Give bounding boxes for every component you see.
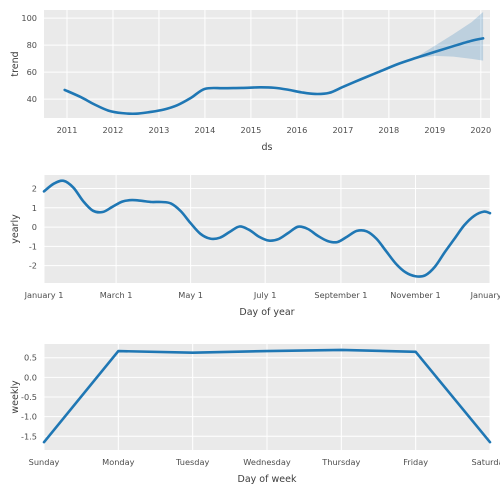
trend-xtick-label-3: 2014 [195, 125, 216, 135]
yearly-xtick-label-3: July 1 [253, 290, 277, 300]
yearly-ytick-label-1: 1 [32, 203, 37, 213]
yearly-xtick-label-4: September 1 [314, 290, 367, 300]
weekly-xtick-label-0: Sunday [29, 457, 60, 467]
trend-ytick-label-1: 60 [27, 67, 37, 77]
weekly-xtick-label-6: Saturday [472, 457, 500, 467]
weekly-ytick-label-3: -1.0 [21, 412, 37, 422]
weekly-yaxis-title: weekly [10, 380, 21, 414]
trend-ytick-label-2: 80 [27, 40, 37, 50]
weekly-ytick-label-2: -0.5 [21, 392, 37, 402]
weekly-ytick-label-1: 0.0 [24, 372, 37, 382]
trend-xtick-label-8: 2019 [424, 125, 445, 135]
yearly-xtick-label-5: November 1 [390, 290, 440, 300]
weekly-xaxis-title: Day of week [238, 474, 297, 485]
weekly-ytick-label-0: 0.5 [24, 353, 37, 363]
trend-ytick-label-3: 100 [21, 13, 37, 23]
trend-xtick-label-5: 2016 [286, 125, 307, 135]
yearly-ytick-label-4: -2 [29, 261, 37, 271]
yearly-chart: January 1 March 1 May 1 July 1 September 1 No… [10, 175, 500, 318]
trend-plot-background [44, 10, 490, 118]
trend-xtick-label-4: 2015 [240, 125, 261, 135]
yearly-ytick-label-3: -1 [29, 241, 37, 251]
trend-plot-area: 2011 2012 2013 2014 2015 2016 2017 2018 2019 2020… [10, 10, 491, 153]
weekly-chart: Sunday Monday Tuesday Wednesday Thursday Frid… [10, 344, 500, 485]
weekly-xtick-label-5: Friday [403, 457, 428, 467]
weekly-xtick-label-1: Monday [102, 457, 134, 467]
trend-xtick-label-7: 2018 [378, 125, 399, 135]
trend-panel: 2011 2012 2013 2014 2015 2016 2017 2018 2019 2020… [0, 0, 500, 165]
trend-xtick-label-0: 2011 [57, 125, 78, 135]
yearly-xtick-label-2: May 1 [178, 290, 203, 300]
weekly-panel: Sunday Monday Tuesday Wednesday Thursday Frid… [0, 330, 500, 500]
trend-xtick-label-6: 2017 [332, 125, 353, 135]
weekly-plot-area: Sunday Monday Tuesday Wednesday Thursday Frid… [10, 344, 500, 485]
yearly-plot-background [44, 175, 490, 283]
trend-ytick-label-0: 40 [27, 94, 37, 104]
yearly-xtick-label-6: January 1 [470, 290, 500, 300]
yearly-panel: January 1 March 1 May 1 July 1 September 1 No… [0, 165, 500, 330]
trend-xtick-label-1: 2012 [103, 125, 124, 135]
yearly-ytick-label-0: 2 [32, 184, 37, 194]
yearly-xtick-label-1: March 1 [100, 290, 133, 300]
yearly-ytick-label-2: 0 [32, 222, 37, 232]
trend-xaxis-title: ds [262, 142, 273, 153]
weekly-xtick-label-2: Tuesday [175, 457, 209, 467]
trend-chart: 2011 2012 2013 2014 2015 2016 2017 2018 2019 2020… [10, 10, 491, 153]
trend-xtick-label-2: 2013 [149, 125, 170, 135]
trend-yaxis-title: trend [10, 51, 21, 76]
prophet-components-figure: 2011 2012 2013 2014 2015 2016 2017 2018 2019 2020… [0, 0, 500, 500]
weekly-xtick-label-3: Wednesday [243, 457, 291, 467]
yearly-xaxis-title: Day of year [239, 307, 294, 318]
yearly-plot-area: January 1 March 1 May 1 July 1 September 1 No… [10, 175, 500, 318]
yearly-xtick-label-0: January 1 [24, 290, 64, 300]
yearly-yaxis-title: yearly [10, 214, 21, 244]
weekly-xtick-label-4: Thursday [321, 457, 360, 467]
weekly-ytick-label-4: -1.5 [21, 431, 37, 441]
trend-xtick-label-9: 2020 [470, 125, 491, 135]
